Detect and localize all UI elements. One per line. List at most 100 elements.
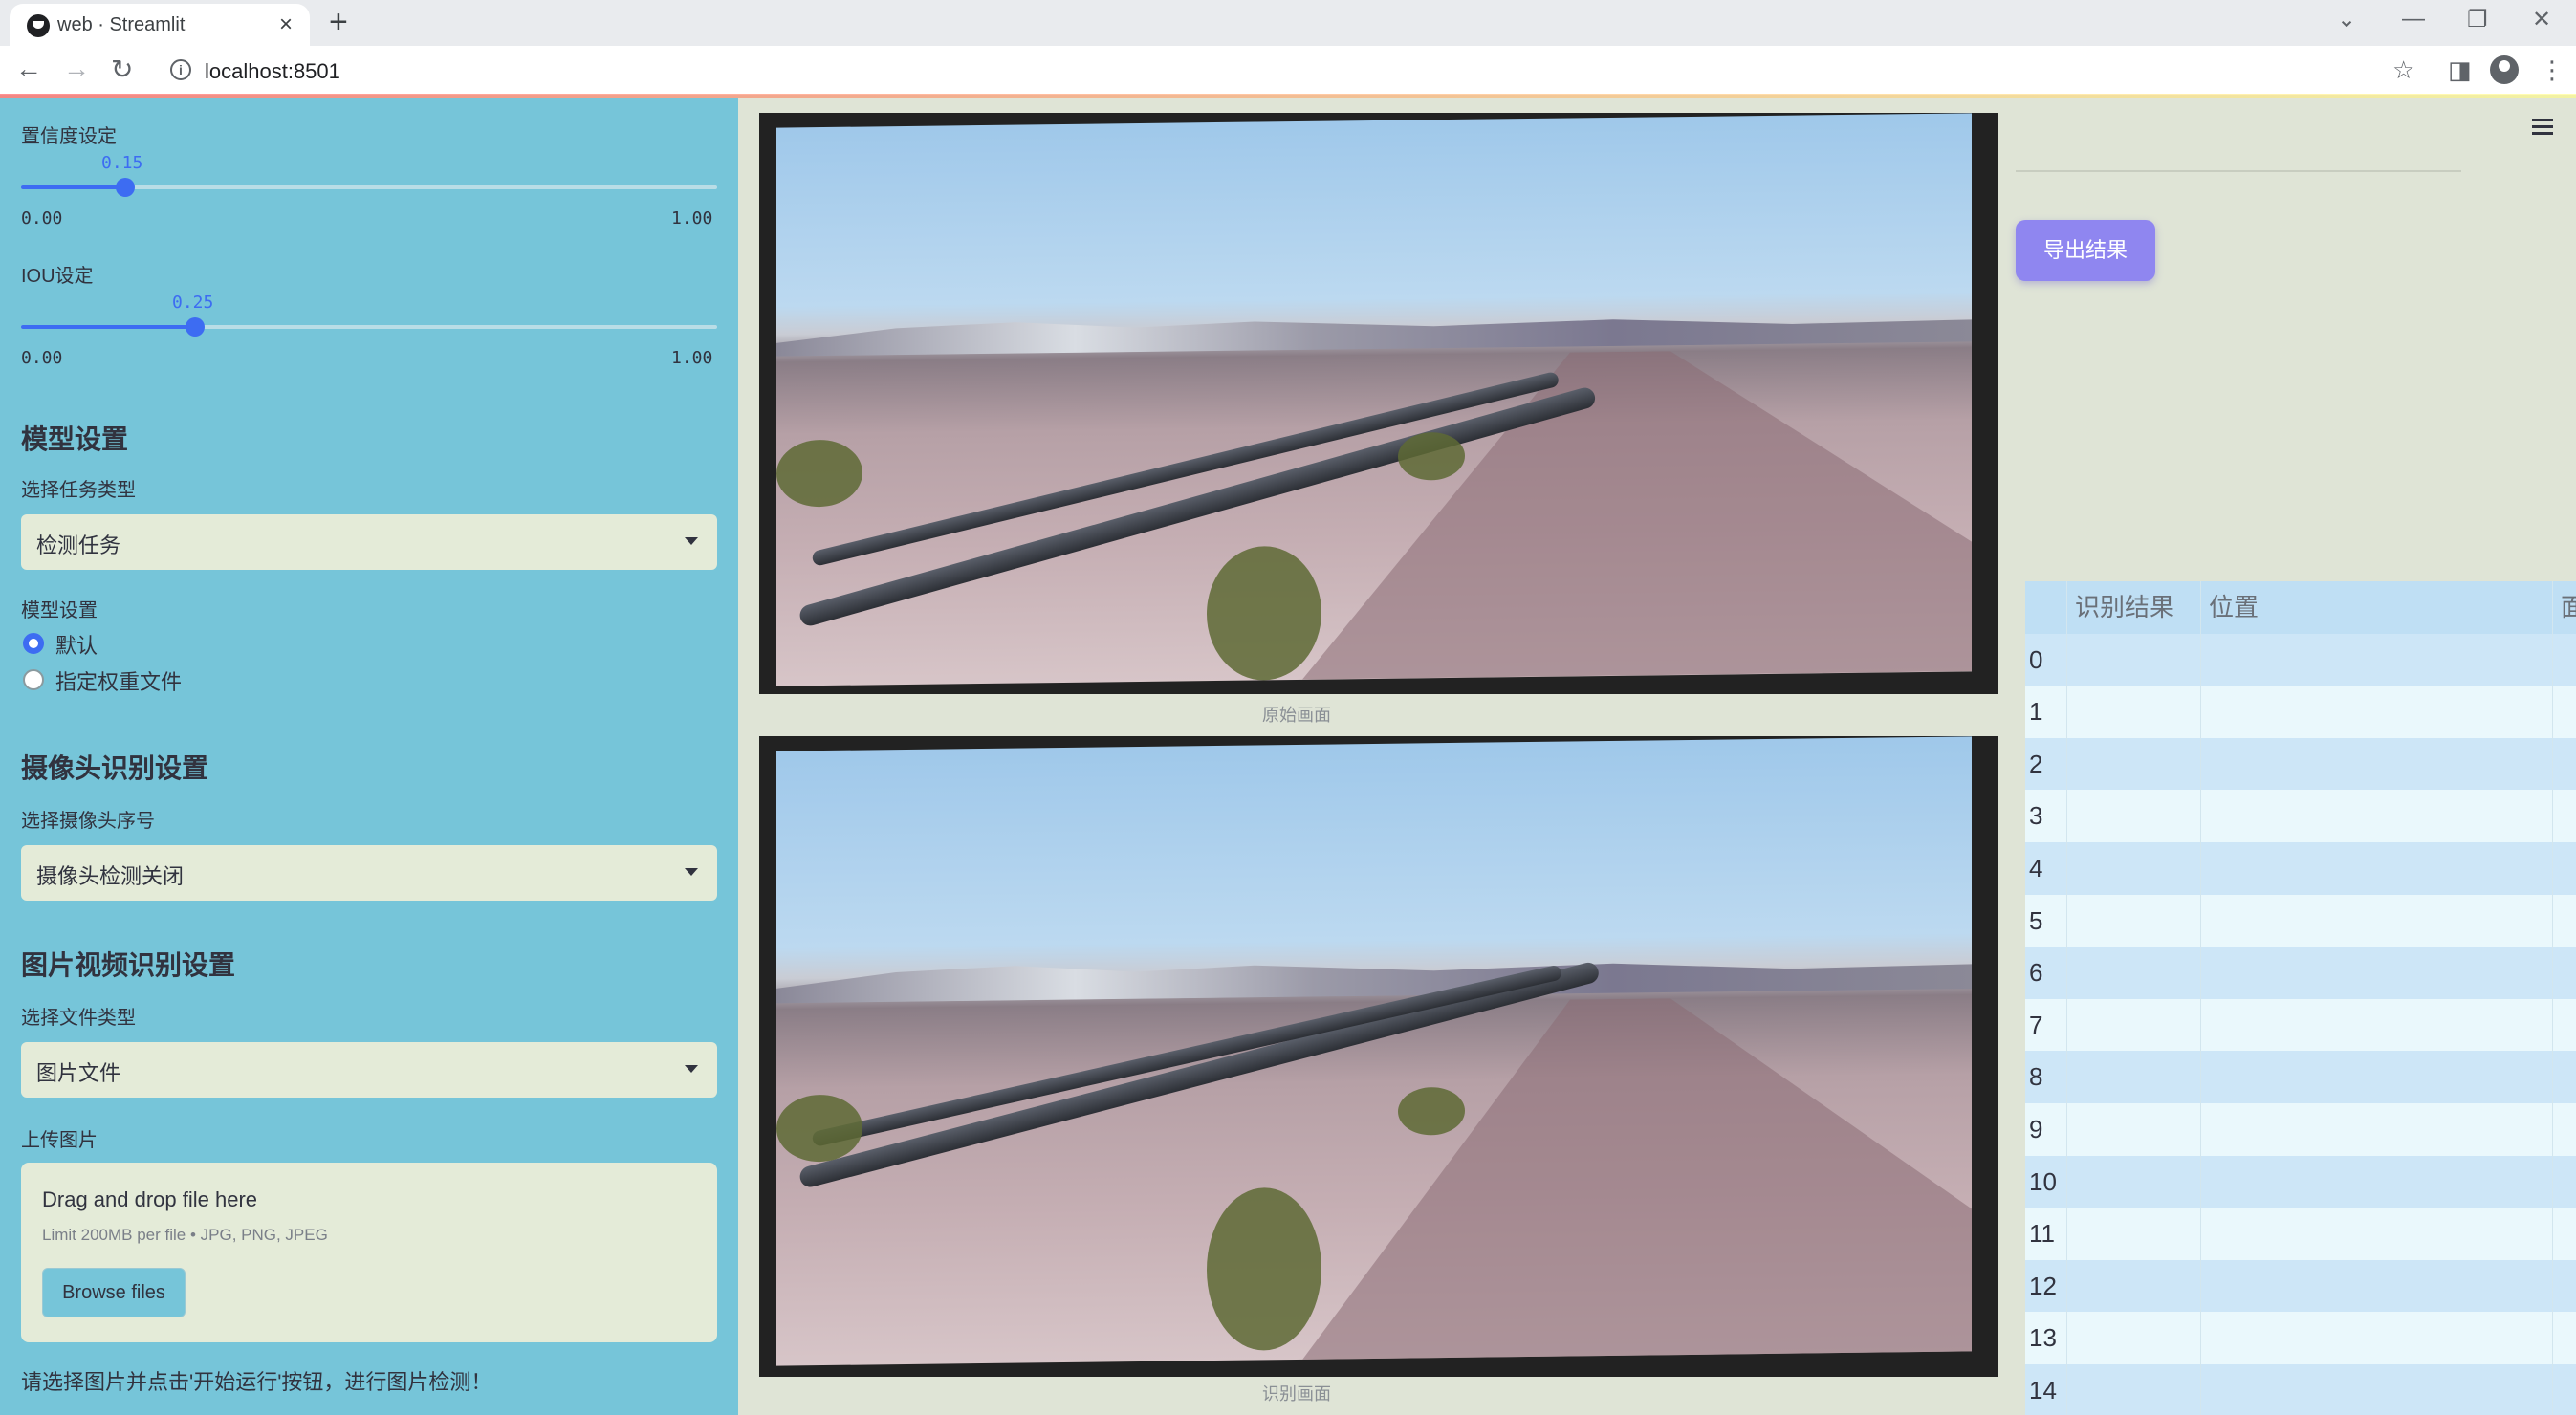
confidence-slider-thumb[interactable] — [116, 178, 135, 197]
table-cell — [2553, 895, 2576, 947]
shrub — [1207, 1186, 1321, 1352]
row-index: 0 — [2025, 633, 2067, 686]
table-cell — [2553, 842, 2576, 895]
task-type-select[interactable]: 检测任务 — [21, 514, 717, 570]
browser-tabbar: web · Streamlit × + ⌄ — ❐ ✕ — [0, 0, 2576, 46]
table-cell — [2201, 894, 2553, 947]
tab-title: web · Streamlit — [57, 14, 186, 35]
reload-icon[interactable]: ↻ — [111, 54, 133, 85]
restore-icon[interactable]: ❐ — [2467, 6, 2488, 33]
iou-label: IOU设定 — [21, 266, 94, 287]
camera-select[interactable]: 摄像头检测关闭 — [21, 845, 717, 901]
table-cell — [2067, 947, 2201, 999]
table-row[interactable]: 4 — [2025, 841, 2576, 895]
radio-weight-file-label[interactable]: 指定权重文件 — [55, 665, 182, 696]
table-cell — [2201, 1312, 2553, 1364]
iou-value: 0.25 — [172, 293, 214, 313]
row-index: 12 — [2025, 1259, 2067, 1313]
table-row[interactable]: 11 — [2025, 1208, 2576, 1260]
table-row[interactable]: 14 — [2025, 1363, 2576, 1415]
row-index: 11 — [2025, 1208, 2067, 1260]
model-setting-label: 模型设置 — [21, 600, 98, 621]
confidence-slider[interactable] — [21, 178, 717, 197]
chevron-down-icon — [685, 1065, 698, 1073]
close-tab-icon[interactable]: × — [279, 11, 293, 38]
table-cell — [2201, 1155, 2553, 1208]
table-cell — [2553, 790, 2576, 842]
table-row[interactable]: 13 — [2025, 1312, 2576, 1364]
table-row[interactable]: 5 — [2025, 894, 2576, 947]
table-cell — [2067, 1051, 2201, 1103]
table-row[interactable]: 0 — [2025, 633, 2576, 686]
confidence-value: 0.15 — [101, 153, 143, 173]
row-index: 8 — [2025, 1051, 2067, 1103]
browser-menu-icon[interactable]: ⋮ — [2540, 55, 2565, 85]
table-row[interactable]: 3 — [2025, 790, 2576, 842]
tab-search-icon[interactable]: ⌄ — [2337, 6, 2356, 33]
mountain-range — [776, 297, 1972, 357]
instruction-hint: 请选择图片并点击'开始运行'按钮，进行图片检测！ — [21, 1370, 492, 1394]
table-row[interactable]: 10 — [2025, 1155, 2576, 1208]
table-cell — [2067, 894, 2201, 947]
row-index: 5 — [2025, 894, 2067, 947]
iou-slider-thumb[interactable] — [186, 317, 205, 337]
profile-icon[interactable] — [2490, 55, 2519, 84]
row-index: 3 — [2025, 790, 2067, 842]
shrub — [776, 1094, 862, 1163]
table-row[interactable]: 6 — [2025, 947, 2576, 999]
iou-min: 0.00 — [21, 348, 63, 368]
task-type-label: 选择任务类型 — [21, 480, 136, 501]
table-row[interactable]: 9 — [2025, 1102, 2576, 1156]
table-row[interactable]: 8 — [2025, 1051, 2576, 1103]
radio-default-label[interactable]: 默认 — [55, 629, 98, 660]
camera-select-value: 摄像头检测关闭 — [36, 864, 185, 888]
address-bar[interactable]: i localhost:8501 — [153, 51, 2390, 91]
table-cell — [2201, 998, 2553, 1052]
file-type-select[interactable]: 图片文件 — [21, 1042, 717, 1098]
export-results-button[interactable]: 导出结果 — [2016, 220, 2155, 281]
table-row[interactable]: 2 — [2025, 737, 2576, 791]
back-icon[interactable]: ← — [15, 54, 42, 84]
table-cell — [2553, 634, 2576, 686]
table-header: 识别结果 位置 面积 时间 — [2025, 581, 2576, 634]
browse-files-button[interactable]: Browse files — [42, 1268, 186, 1317]
side-panel-icon[interactable]: ◨ — [2448, 55, 2472, 85]
table-cell — [2201, 686, 2553, 738]
radio-default[interactable] — [23, 633, 44, 654]
result-header[interactable]: 识别结果 — [2067, 581, 2201, 634]
table-cell — [2067, 1363, 2201, 1415]
row-index: 13 — [2025, 1312, 2067, 1364]
table-cell — [2201, 737, 2553, 791]
table-row[interactable]: 12 — [2025, 1259, 2576, 1313]
url-text[interactable]: localhost:8501 — [205, 59, 340, 84]
radio-weight-file[interactable] — [23, 669, 44, 690]
star-icon[interactable]: ☆ — [2392, 55, 2414, 85]
browser-toolbar: ← → ↻ i localhost:8501 ☆ ◨ ⋮ — [0, 46, 2576, 96]
area-header[interactable]: 面积 — [2553, 581, 2576, 634]
row-index: 4 — [2025, 841, 2067, 895]
table-cell — [2553, 1364, 2576, 1415]
minimize-icon[interactable]: — — [2402, 6, 2425, 33]
shrub — [776, 439, 862, 508]
iou-max: 1.00 — [671, 348, 713, 368]
browser-tab[interactable]: web · Streamlit × — [10, 4, 310, 46]
forward-icon[interactable]: → — [63, 54, 90, 84]
iou-slider[interactable] — [21, 317, 717, 337]
new-tab-icon[interactable]: + — [329, 4, 348, 41]
close-window-icon[interactable]: ✕ — [2532, 6, 2551, 33]
file-uploader-dropzone[interactable]: Drag and drop file here Limit 200MB per … — [21, 1163, 717, 1342]
site-info-icon[interactable]: i — [170, 59, 191, 80]
road-embankment — [1302, 348, 1972, 680]
detected-scene — [776, 736, 1972, 1366]
file-type-value: 图片文件 — [36, 1061, 121, 1085]
table-row[interactable]: 7 — [2025, 998, 2576, 1052]
shrub — [1398, 431, 1465, 481]
original-image — [759, 113, 1998, 694]
position-header[interactable]: 位置 — [2201, 581, 2553, 634]
media-section-heading: 图片视频识别设置 — [21, 950, 236, 980]
menu-icon[interactable] — [2532, 119, 2553, 139]
camera-select-label: 选择摄像头序号 — [21, 811, 155, 832]
table-row[interactable]: 1 — [2025, 686, 2576, 738]
confidence-slider-fill — [21, 185, 125, 189]
table-cell — [2201, 1363, 2553, 1415]
